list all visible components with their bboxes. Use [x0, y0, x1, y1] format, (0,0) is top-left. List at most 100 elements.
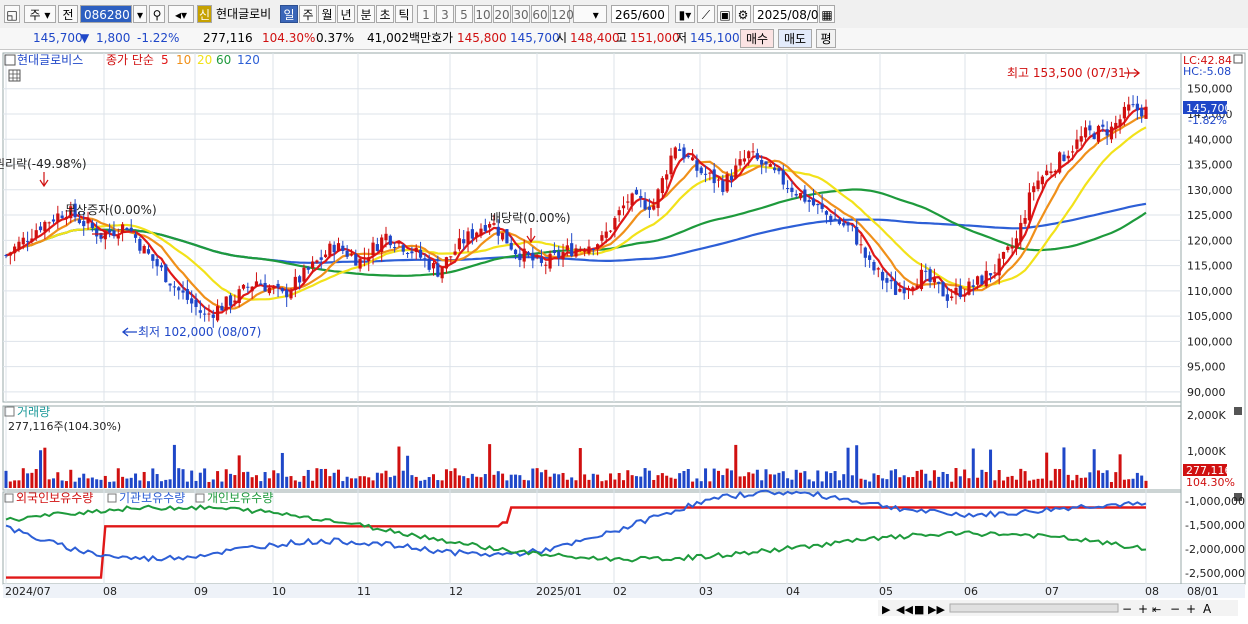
volume-bar: [64, 481, 68, 488]
buy-button[interactable]: 매수: [740, 29, 774, 48]
legend-ma60[interactable]: 60: [216, 53, 231, 67]
legend-ma10[interactable]: 10: [176, 53, 191, 67]
legend-stock-name: 현대글로비스: [17, 53, 83, 67]
hc-label: HC:-5.08: [1183, 65, 1231, 78]
min-30[interactable]: 30: [512, 5, 530, 23]
volume-bar: [587, 479, 591, 488]
code-dropdown-icon[interactable]: ▾: [133, 5, 147, 23]
candle-body: [1027, 192, 1032, 221]
volume-bar: [622, 480, 625, 488]
candle-body: [807, 199, 811, 202]
candle-body: [621, 205, 626, 209]
tab-week[interactable]: 주: [299, 5, 317, 23]
candle-body: [267, 287, 272, 294]
candle-body: [505, 229, 509, 244]
min-120[interactable]: 120: [550, 5, 574, 23]
auto-icon[interactable]: A: [1203, 602, 1212, 616]
candle-body: [293, 276, 297, 290]
market-select[interactable]: 주 ▾: [24, 5, 56, 23]
zoom-out-all-icon[interactable]: −: [1122, 602, 1132, 616]
chart-area[interactable]: 150,000 145,000 140,000 135,000 130,000 125,0…: [0, 50, 1248, 621]
calendar-icon[interactable]: ▦: [819, 5, 835, 23]
volume-bar: [134, 473, 138, 488]
save-icon[interactable]: ▣: [717, 5, 733, 23]
tab-year[interactable]: 년: [337, 5, 355, 23]
hold-axis-4: -2,500,000: [1185, 567, 1245, 580]
sell-button[interactable]: 매도: [778, 29, 812, 48]
current-price: 145,700: [33, 31, 83, 45]
min-10[interactable]: 10: [474, 5, 492, 23]
legend-ma20[interactable]: 20: [197, 53, 212, 67]
date-input[interactable]: 2025/08/01: [753, 5, 826, 23]
zoom-scrollbar[interactable]: [949, 603, 1119, 613]
search-icon[interactable]: ⚲: [149, 5, 165, 23]
min-1[interactable]: 1: [417, 5, 435, 23]
volume-bar: [345, 476, 349, 488]
nav-next-icon[interactable]: ▶: [882, 603, 891, 616]
volume-bar: [181, 469, 185, 488]
volume-bar: [190, 470, 194, 488]
candle-body: [626, 201, 630, 203]
zoom-in-icon[interactable]: +: [1186, 602, 1196, 616]
candle-body: [336, 243, 341, 252]
tab-minute[interactable]: 분: [357, 5, 375, 23]
tab-second[interactable]: 초: [376, 5, 394, 23]
candle-body: [958, 286, 962, 298]
stock-name: 현대글로비: [216, 7, 272, 21]
custom-period-select[interactable]: ▾: [573, 5, 607, 23]
volume-bar: [894, 469, 898, 488]
candle-body: [1131, 104, 1135, 106]
volume-bar: [548, 476, 552, 488]
candle-body: [108, 229, 112, 233]
count-input[interactable]: 265/600: [611, 5, 669, 23]
zoom-in-all-icon[interactable]: +: [1138, 602, 1148, 616]
volume-bar: [220, 481, 224, 488]
frg-label: 외국인보유수량: [16, 491, 93, 505]
candle-type-icon[interactable]: ▮▾: [675, 5, 695, 23]
zoom-out-icon[interactable]: −: [1170, 602, 1180, 616]
fit-icon[interactable]: ⇤: [1152, 603, 1161, 616]
candle-body: [358, 258, 362, 269]
legend-ma5[interactable]: 5: [161, 53, 169, 67]
legend-ma120[interactable]: 120: [237, 53, 260, 67]
candle-body: [125, 227, 129, 231]
volume-bar: [34, 469, 38, 488]
candle-body: [1019, 222, 1023, 242]
gear-icon[interactable]: ⚙: [735, 5, 751, 23]
window-menu-icon[interactable]: ◱: [4, 5, 20, 23]
nav-last-icon[interactable]: ▶▶: [928, 603, 945, 616]
candle-body: [444, 257, 449, 269]
stock-chart[interactable]: 150,000145,000140,000135,000130,000125,0…: [0, 50, 1248, 621]
min-5[interactable]: 5: [455, 5, 473, 23]
tab-day[interactable]: 일: [280, 5, 298, 23]
draw-tool-icon[interactable]: ⟋: [697, 5, 715, 23]
volume-title: 거래량: [17, 405, 50, 419]
period-select[interactable]: 전: [58, 5, 78, 23]
table-icon[interactable]: [8, 69, 21, 82]
candle-body: [798, 193, 803, 199]
volume-bar: [816, 470, 820, 488]
volume-bar: [695, 478, 699, 488]
volume-bar: [639, 476, 643, 488]
price-close-icon[interactable]: [1233, 54, 1243, 64]
eval-button[interactable]: 평: [816, 29, 836, 48]
volume-close-icon[interactable]: [1234, 407, 1242, 415]
nav-first-icon[interactable]: ◀◀: [896, 603, 913, 616]
candle-body: [885, 278, 889, 283]
candle-body: [975, 276, 980, 285]
speaker-icon[interactable]: ◂▾: [168, 5, 194, 23]
candle-body: [112, 230, 116, 236]
stock-code-input[interactable]: 086280: [80, 5, 132, 23]
ind-label: 개인보유수량: [207, 491, 273, 505]
min-60[interactable]: 60: [531, 5, 549, 23]
volume-bar: [142, 471, 146, 488]
min-3[interactable]: 3: [436, 5, 454, 23]
tab-tick[interactable]: 틱: [395, 5, 413, 23]
candle-body: [466, 231, 470, 244]
candle-body: [526, 252, 531, 255]
vol-axis-1000k: 1,000K: [1187, 445, 1226, 458]
nav-stop-icon[interactable]: ■: [914, 603, 924, 616]
min-20[interactable]: 20: [493, 5, 511, 23]
volume-bar: [479, 477, 483, 488]
tab-month[interactable]: 월: [318, 5, 336, 23]
